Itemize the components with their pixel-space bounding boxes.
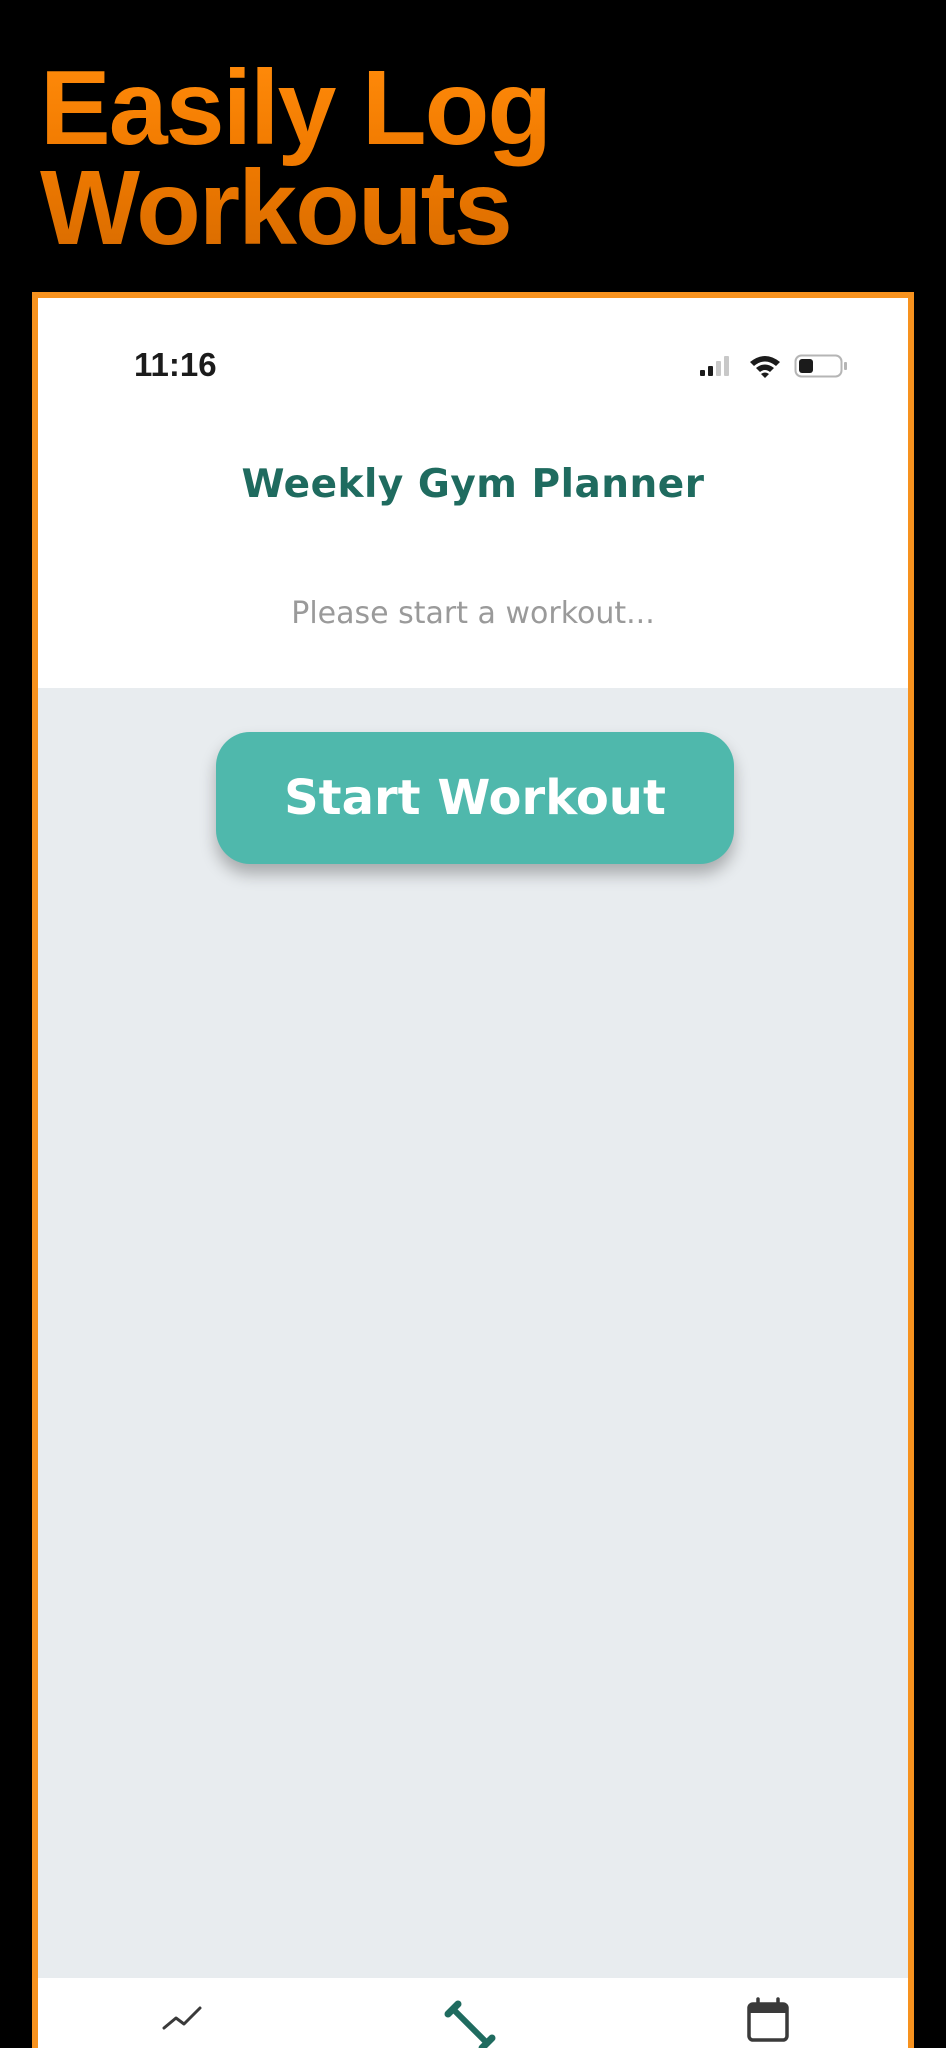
tab-workout[interactable] xyxy=(430,1996,510,2048)
dumbbell-icon xyxy=(440,1996,500,2048)
calendar-icon xyxy=(743,1996,793,2048)
promo-headline-line2: Workouts xyxy=(40,149,511,267)
workout-status-text: Please start a workout... xyxy=(291,596,655,631)
tab-calendar[interactable] xyxy=(728,1996,808,2048)
promo-headline: Easily Log Workouts xyxy=(40,58,920,258)
phone-screen: 11:16 Weekly Gym Planner Please start a … xyxy=(32,292,914,2048)
chart-line-icon xyxy=(158,1996,206,2041)
battery-icon xyxy=(794,353,850,379)
start-workout-button[interactable]: Start Workout xyxy=(216,732,734,864)
promo-headline-line1: Easily Log xyxy=(40,49,551,167)
cellular-signal-icon xyxy=(698,354,736,378)
app-title: Weekly Gym Planner xyxy=(241,462,705,507)
tab-progress[interactable] xyxy=(142,1996,222,2048)
app-header: 11:16 Weekly Gym Planner Please start a … xyxy=(38,298,908,688)
status-bar-time: 11:16 xyxy=(134,346,217,383)
status-bar-icons xyxy=(698,346,850,386)
wifi-icon xyxy=(748,353,782,379)
bottom-tab-bar xyxy=(38,1978,908,2048)
